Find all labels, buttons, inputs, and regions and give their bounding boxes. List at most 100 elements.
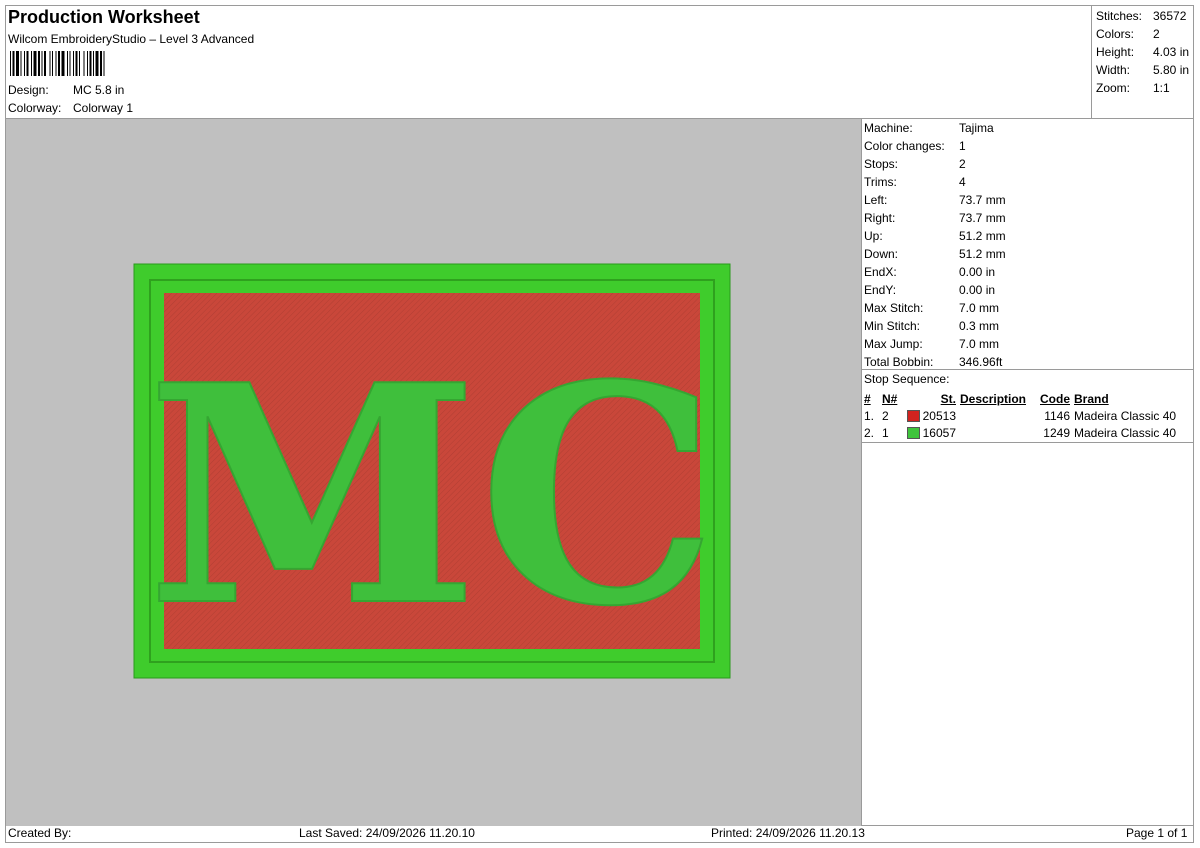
summary-label: Stitches: xyxy=(1096,9,1143,23)
cell-n: 2 xyxy=(882,408,889,423)
machine-row: Left: 73.7 mm xyxy=(864,191,1006,209)
summary-row: Stitches: 36572 xyxy=(1096,7,1189,25)
summary-value: 5.80 in xyxy=(1153,63,1190,77)
machine-label: Stops: xyxy=(864,157,899,171)
cell-brand: Madeira Classic 40 xyxy=(1074,408,1177,423)
col-code: Code xyxy=(1040,391,1070,406)
header-divider-vertical xyxy=(1091,6,1092,118)
barcode-bar xyxy=(75,51,78,76)
barcode xyxy=(10,51,105,76)
machine-row: Max Stitch: 7.0 mm xyxy=(864,299,1006,317)
machine-label: Machine: xyxy=(864,121,913,135)
machine-label: EndX: xyxy=(864,265,897,279)
machine-value: 7.0 mm xyxy=(959,301,1000,315)
panel-divider xyxy=(861,118,862,826)
machine-label: Max Jump: xyxy=(864,337,923,351)
machine-info: Machine: Tajima Color changes: 1 Stops: 2 T… xyxy=(864,119,1006,371)
machine-label: Left: xyxy=(864,193,888,207)
barcode-bar xyxy=(33,51,37,76)
machine-value: 0.00 in xyxy=(959,265,996,279)
barcode-bar xyxy=(16,51,19,76)
cell-description xyxy=(958,424,1038,441)
color-swatch xyxy=(906,427,920,440)
cell-code: 1146 xyxy=(1044,408,1070,423)
barcode-bar xyxy=(24,51,25,76)
barcode-bar xyxy=(95,51,99,76)
barcode-bar xyxy=(38,51,40,76)
stop-sequence-title: Stop Sequence: xyxy=(864,372,950,386)
colorway-label: Colorway: xyxy=(8,101,62,115)
summary-row: Height: 4.03 in xyxy=(1096,43,1189,61)
barcode-bar xyxy=(93,51,94,76)
machine-row: Trims: 4 xyxy=(864,173,1006,191)
barcode-bar xyxy=(12,51,15,76)
design-preview-area: MC xyxy=(6,119,861,826)
machine-row: Machine: Tajima xyxy=(864,119,1006,137)
machine-row: Color changes: 1 xyxy=(864,137,1006,155)
machine-row: EndY: 0.00 in xyxy=(864,281,1006,299)
design-preview: MC xyxy=(133,263,731,679)
machine-row: Total Bobbin: 346.96ft xyxy=(864,353,1006,371)
color-swatch xyxy=(906,410,920,423)
stops-divider xyxy=(861,442,1194,443)
machine-label: Trims: xyxy=(864,175,897,189)
machine-row: Stops: 2 xyxy=(864,155,1006,173)
summary-value: 36572 xyxy=(1153,9,1187,23)
machine-value: Tajima xyxy=(959,121,994,135)
machine-label: Up: xyxy=(864,229,883,243)
stitch-count: 16057 xyxy=(922,425,956,440)
barcode-bar xyxy=(58,51,60,76)
footer-page: Page 1 of 1 xyxy=(1126,826,1188,840)
machine-label: Color changes: xyxy=(864,139,945,153)
col-order: # xyxy=(864,391,871,406)
machine-row: Max Jump: 7.0 mm xyxy=(864,335,1006,353)
barcode-bar xyxy=(67,51,68,76)
table-row: 1. 2 20513 1146 Madeira Classic 40 xyxy=(862,407,1178,424)
col-n: N# xyxy=(882,391,898,406)
machine-row: EndX: 0.00 in xyxy=(864,263,1006,281)
barcode-bar xyxy=(41,51,43,76)
barcode-bar xyxy=(87,51,88,76)
summary-row: Zoom: 1:1 xyxy=(1096,79,1189,97)
machine-label: EndY: xyxy=(864,283,897,297)
machine-value: 0.00 in xyxy=(959,283,996,297)
machine-value: 73.7 mm xyxy=(959,211,1006,225)
cell-order: 1. xyxy=(864,408,875,423)
machine-value: 1 xyxy=(959,139,966,153)
machine-value: 4 xyxy=(959,175,966,189)
machine-label: Min Stitch: xyxy=(864,319,921,333)
summary-value: 4.03 in xyxy=(1153,45,1190,59)
barcode-bar xyxy=(61,51,65,76)
page-title: Production Worksheet xyxy=(8,7,200,27)
summary-value: 1:1 xyxy=(1153,81,1170,95)
design-value: MC 5.8 in xyxy=(73,83,125,97)
design-row: Design: MC 5.8 in xyxy=(8,83,124,97)
machine-value: 2 xyxy=(959,157,966,171)
cell-brand: Madeira Classic 40 xyxy=(1074,425,1177,440)
barcode-bar xyxy=(89,51,92,76)
barcode-bar xyxy=(79,51,80,76)
col-stitches: St. xyxy=(940,391,956,406)
summary-row: Width: 5.80 in xyxy=(1096,61,1189,79)
barcode-bar xyxy=(83,51,85,76)
machine-row: Down: 51.2 mm xyxy=(864,245,1006,263)
barcode-bar xyxy=(44,51,46,76)
cell-order: 2. xyxy=(864,425,875,440)
machine-value: 51.2 mm xyxy=(959,247,1006,261)
footer-last-saved: Last Saved: 24/09/2026 11.20.10 xyxy=(299,826,475,840)
footer-created-by: Created By: xyxy=(8,826,72,840)
barcode-bar xyxy=(31,51,32,76)
machine-row: Min Stitch: 0.3 mm xyxy=(864,317,1006,335)
machine-label: Total Bobbin: xyxy=(864,355,934,369)
design-summary: Stitches: 36572 Colors: 2 Height: 4.03 in W… xyxy=(1096,7,1189,97)
barcode-bar xyxy=(10,51,11,76)
cell-stitches: 16057 xyxy=(904,424,958,441)
col-description: Description xyxy=(960,391,1027,406)
barcode-bar xyxy=(20,51,22,76)
barcode-bar xyxy=(103,51,105,76)
summary-label: Height: xyxy=(1096,45,1135,59)
summary-label: Width: xyxy=(1096,63,1131,77)
machine-value: 51.2 mm xyxy=(959,229,1006,243)
summary-value: 2 xyxy=(1153,27,1160,41)
machine-value: 0.3 mm xyxy=(959,319,1000,333)
